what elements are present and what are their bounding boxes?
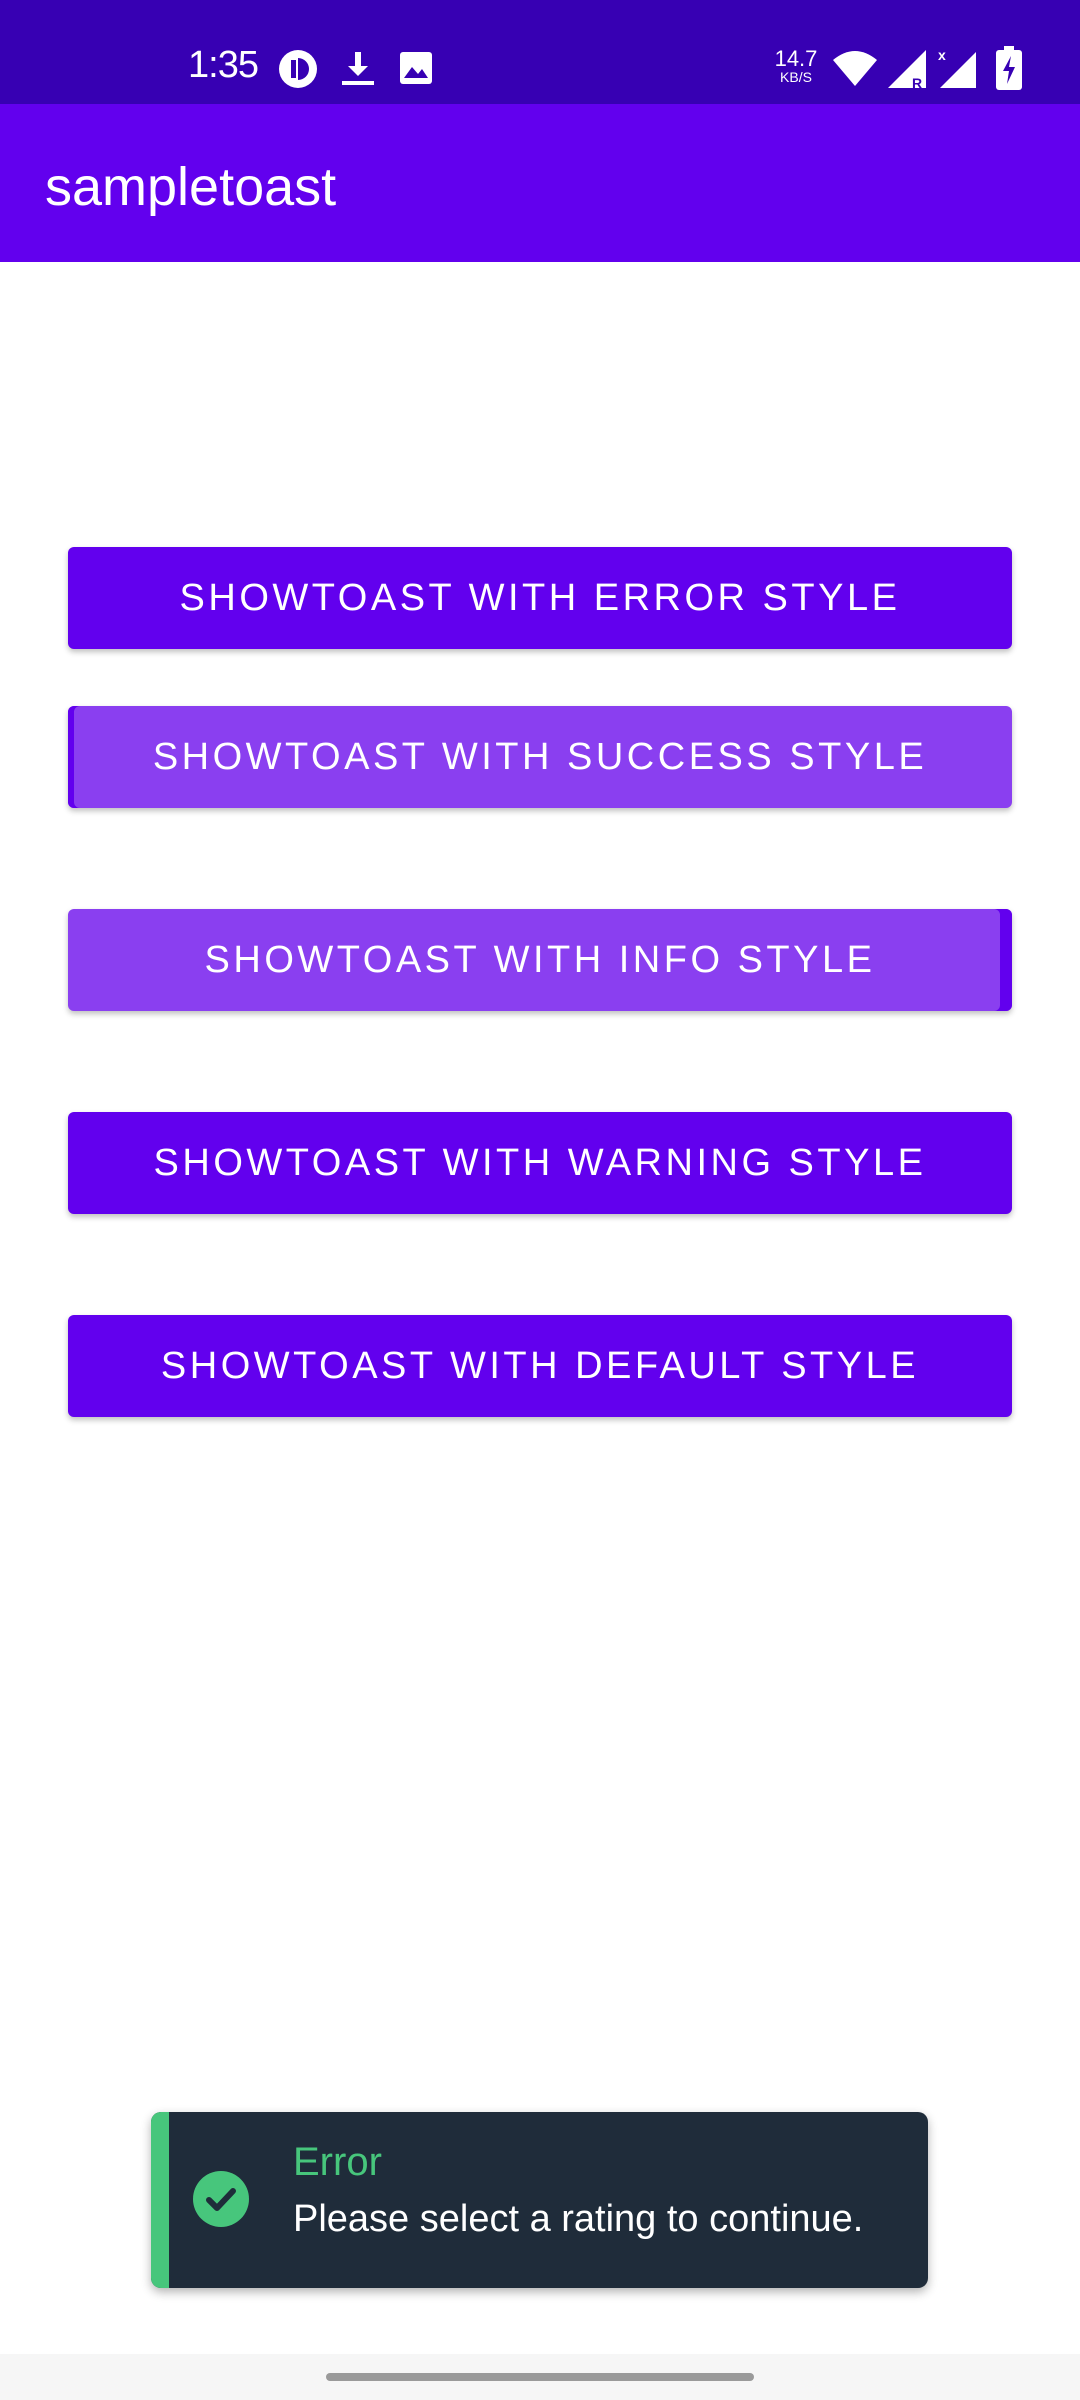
signal-icon: x <box>938 47 976 88</box>
network-speed-value: 14.7 <box>774 46 818 71</box>
image-icon <box>400 52 432 84</box>
navigation-bar <box>0 2354 1080 2400</box>
app-title: sampletoast <box>45 157 337 217</box>
svg-text:x: x <box>938 47 946 63</box>
download-icon <box>342 52 374 85</box>
toast-title: Error <box>293 2140 382 2184</box>
show-success-toast-button[interactable]: SHOWTOAST WITH SUCCESS STYLE <box>68 706 1012 808</box>
app-notification-icon <box>279 50 317 88</box>
toast-message: Please select a rating to continue. <box>293 2198 864 2240</box>
svg-text:R: R <box>912 75 922 90</box>
signal-roaming-icon: R <box>888 50 926 90</box>
wifi-icon <box>833 51 877 86</box>
status-time: 1:35 <box>188 44 259 86</box>
app-bar: sampletoast <box>0 104 1080 262</box>
check-circle-icon <box>193 2171 249 2227</box>
toast-notification: Error Please select a rating to continue… <box>151 2112 928 2288</box>
show-warning-toast-button[interactable]: SHOWTOAST WITH WARNING STYLE <box>68 1112 1012 1214</box>
network-speed: 14.7 KB/S <box>774 46 818 85</box>
show-error-toast-button[interactable]: SHOWTOAST WITH ERROR STYLE <box>68 547 1012 649</box>
show-default-toast-button[interactable]: SHOWTOAST WITH DEFAULT STYLE <box>68 1315 1012 1417</box>
battery-charging-icon <box>996 46 1022 90</box>
gesture-handle[interactable] <box>326 2373 754 2381</box>
show-info-toast-button[interactable]: SHOWTOAST WITH INFO STYLE <box>68 909 1012 1011</box>
toast-accent-bar <box>151 2112 169 2288</box>
network-speed-unit: KB/S <box>780 69 812 85</box>
status-bar: 1:35 14.7 KB/S R x <box>0 0 1080 104</box>
